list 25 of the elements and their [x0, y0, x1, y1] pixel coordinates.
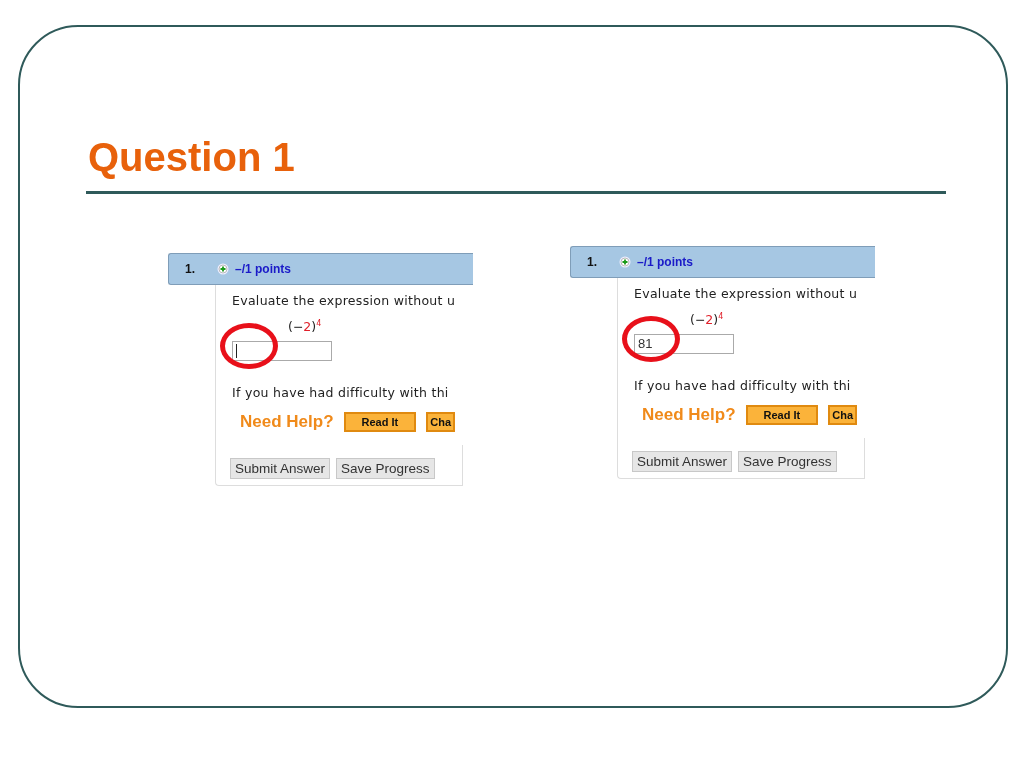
- slide-title: Question 1: [88, 134, 295, 181]
- help-button[interactable]: Read It: [745, 405, 819, 426]
- action-button[interactable]: Save Progress: [336, 458, 435, 480]
- math-expression: (−2)$^{4}$: [288, 318, 322, 337]
- answer-field[interactable]: 81: [634, 334, 734, 355]
- plus-icon[interactable]: [619, 256, 631, 268]
- help-text: If you have had difficulty with thi: [634, 378, 852, 394]
- plus-icon[interactable]: [217, 263, 229, 275]
- question-number: 1.: [587, 255, 597, 269]
- action-button[interactable]: Submit Answer: [632, 451, 733, 473]
- need-help-label: Need Help?: [240, 412, 334, 433]
- question-prompt: Evaluate the expression without u: [634, 286, 859, 301]
- math-expression: (−2)$^{4}$: [690, 311, 724, 330]
- question-number: 1.: [185, 262, 195, 276]
- help-button[interactable]: Cha: [426, 412, 455, 433]
- need-help-label: Need Help?: [642, 405, 736, 426]
- points-label: –/1 points: [235, 262, 292, 276]
- action-button[interactable]: Save Progress: [738, 451, 837, 473]
- help-button[interactable]: Read It: [343, 412, 417, 433]
- answer-field[interactable]: [232, 341, 332, 362]
- help-text: If you have had difficulty with thi: [232, 385, 450, 401]
- help-button[interactable]: Cha: [828, 405, 857, 426]
- points-label: –/1 points: [637, 255, 694, 269]
- action-button[interactable]: Submit Answer: [230, 458, 331, 480]
- question-prompt: Evaluate the expression without u: [232, 293, 457, 308]
